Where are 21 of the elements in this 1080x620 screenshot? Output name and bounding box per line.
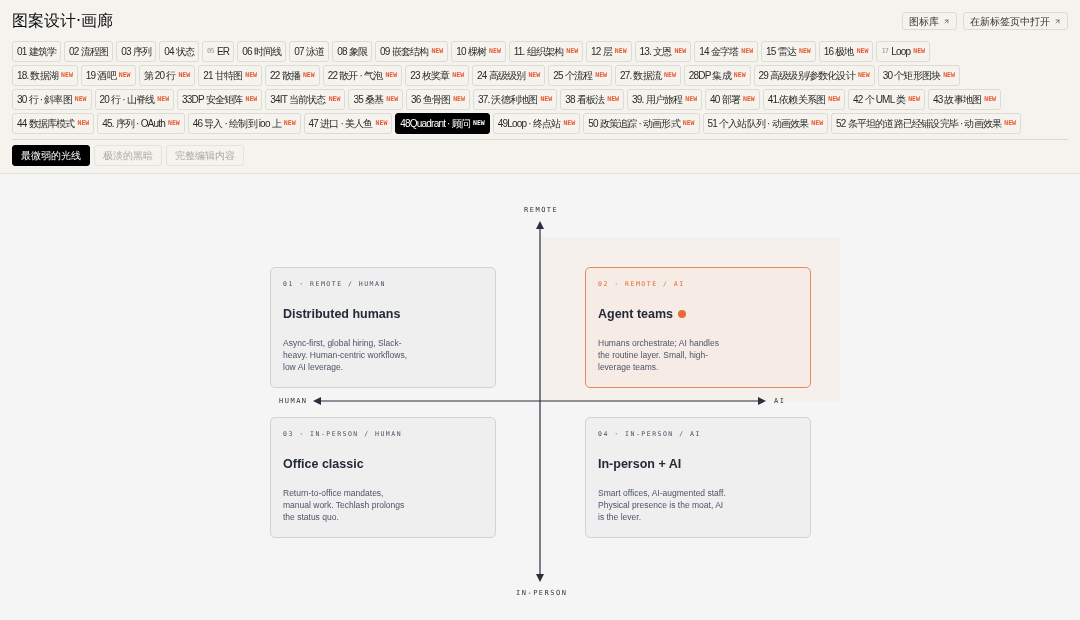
gallery-tab[interactable]: 02 流程图: [64, 41, 114, 62]
quadrant-description: Return-to-office mandates, manual work. Techlash prolongs the status quo.: [283, 486, 406, 523]
mode-tab[interactable]: 最微弱的光线: [12, 145, 90, 166]
quadrant-title: Distributed humans: [283, 305, 401, 323]
page-title: 图案设计·画廊: [12, 10, 114, 32]
gallery-tab[interactable]: 07 泳道: [289, 41, 330, 62]
quadrant-title: Agent teams: [598, 305, 674, 323]
external-link-icon: [943, 17, 950, 25]
quadrant-title: Office classic: [283, 455, 364, 473]
external-link-icon: [1054, 17, 1061, 25]
gallery-tab[interactable]: 01 建筑学: [12, 41, 62, 62]
quadrant-description: Humans orchestrate; AI handles the routine layer. Small, high-leverage teams.: [598, 336, 720, 373]
header-link[interactable]: 在新标签页中打开: [963, 12, 1068, 30]
quadrant-title: In-person + AI: [598, 455, 682, 473]
gallery-tab[interactable]: 08 象限: [332, 41, 373, 62]
quadrant-description: Async-first, global hiring, Slack-heavy. Human-centric workflows, low AI leverage.: [283, 336, 409, 373]
gallery-tab[interactable]: 04 状态: [159, 41, 200, 62]
quadrant-description: Smart offices, AI-augmented staff. Physical presence is the moat, AI is the lever.: [598, 486, 727, 523]
header-link[interactable]: 图标库: [902, 12, 957, 30]
gallery-tab[interactable]: 06 时间线: [237, 41, 287, 62]
gallery-tab[interactable]: 03 序列: [116, 41, 157, 62]
